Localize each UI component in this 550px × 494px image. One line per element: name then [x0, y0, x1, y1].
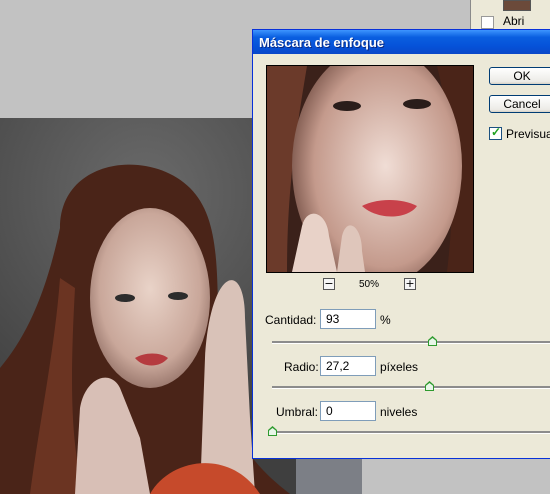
- radius-slider[interactable]: [272, 381, 550, 391]
- preview-checkbox[interactable]: ✓: [489, 125, 502, 140]
- radius-slider-thumb[interactable]: [425, 381, 434, 391]
- threshold-field[interactable]: [320, 401, 376, 421]
- layer-visibility-checkbox[interactable]: [481, 16, 494, 29]
- amount-label: Cantidad:: [265, 313, 317, 327]
- cancel-button[interactable]: Cancel: [489, 95, 550, 113]
- threshold-label: Umbral:: [276, 405, 319, 419]
- amount-slider-thumb[interactable]: [428, 336, 437, 346]
- threshold-slider-thumb[interactable]: [268, 426, 277, 436]
- threshold-unit: niveles: [380, 405, 418, 419]
- unsharp-mask-dialog: Máscara de enfoque − 50% + OK Cancel ✓ P…: [252, 29, 550, 459]
- amount-field[interactable]: [320, 309, 376, 329]
- amount-unit: %: [380, 313, 391, 327]
- ok-button[interactable]: OK: [489, 67, 550, 85]
- zoom-out-button[interactable]: −: [323, 278, 335, 290]
- plus-icon: +: [405, 277, 415, 290]
- zoom-in-button[interactable]: +: [404, 278, 416, 290]
- dialog-titlebar[interactable]: Máscara de enfoque: [253, 30, 550, 54]
- layer-thumbnail-icon[interactable]: [503, 0, 531, 11]
- preview-image: [267, 66, 473, 272]
- radius-field[interactable]: [320, 356, 376, 376]
- threshold-slider[interactable]: [268, 426, 550, 436]
- layers-panel: Abri: [470, 0, 550, 30]
- dialog-title: Máscara de enfoque: [259, 35, 384, 50]
- radius-label: Radio:: [284, 360, 319, 374]
- zoom-level: 50%: [359, 279, 380, 290]
- layer-label[interactable]: Abri: [503, 14, 524, 28]
- amount-slider[interactable]: [272, 336, 550, 346]
- radius-unit: píxeles: [380, 360, 419, 374]
- checkmark-icon: ✓: [491, 125, 502, 139]
- preview-pane[interactable]: [266, 65, 474, 273]
- preview-label[interactable]: Previsualizar: [506, 127, 550, 141]
- minus-icon: −: [324, 277, 334, 290]
